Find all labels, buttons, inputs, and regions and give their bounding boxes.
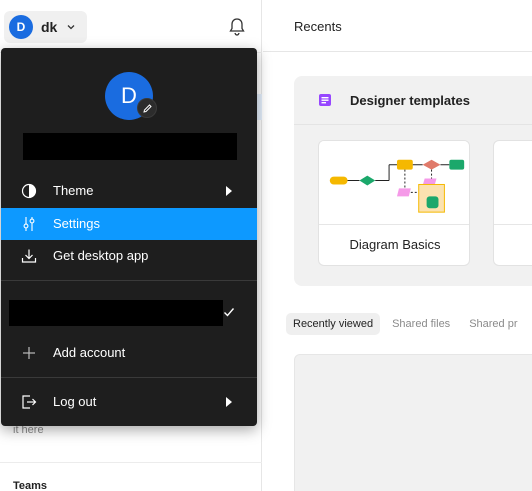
top-bar: Recents (263, 0, 532, 52)
recents-tabs: Recently viewed Shared files Shared pr (286, 312, 530, 336)
template-card-label: Diagram Basics (349, 237, 441, 252)
logout-icon (22, 395, 37, 409)
account-dropdown-menu: D Theme Settings Get desktop app Add acc… (1, 48, 257, 426)
menu-item-add-account[interactable]: Add account (1, 337, 257, 369)
notification-bell-icon[interactable] (228, 17, 246, 37)
download-icon (21, 249, 37, 263)
edit-avatar-button[interactable] (137, 98, 157, 118)
template-thumbnail (494, 224, 532, 225)
template-icon (319, 94, 331, 106)
diagram-thumbnail (319, 141, 469, 225)
tab-shared-projects[interactable]: Shared pr (462, 313, 524, 335)
templates-header: Designer templates (294, 76, 532, 125)
menu-item-label: Add account (53, 345, 126, 360)
tab-shared-files[interactable]: Shared files (385, 313, 457, 335)
tab-recently-viewed[interactable]: Recently viewed (286, 313, 381, 335)
submenu-arrow-icon (226, 186, 232, 196)
menu-item-label: Log out (53, 394, 97, 409)
account-name: dk (41, 19, 58, 35)
settings-sliders-icon (23, 217, 35, 231)
sidebar-divider (0, 462, 262, 463)
menu-item-label: Settings (53, 216, 100, 231)
redacted-account-email (23, 133, 237, 160)
template-card-diagram-basics[interactable]: Diagram Basics (318, 140, 470, 266)
plus-icon (23, 347, 35, 359)
theme-icon (21, 183, 37, 199)
template-card[interactable] (493, 140, 532, 266)
page-title: Recents (294, 19, 342, 34)
menu-item-theme[interactable]: Theme (1, 175, 257, 207)
templates-title: Designer templates (350, 93, 470, 108)
main-content: Recents Designer templates Diagram Basic… (263, 0, 532, 491)
recent-file-card[interactable] (294, 354, 532, 491)
submenu-arrow-icon (226, 397, 232, 407)
designer-templates-panel: Designer templates Diagram Basics (294, 76, 532, 286)
avatar: D (9, 15, 33, 39)
menu-item-label: Theme (53, 183, 94, 198)
menu-item-label: Get desktop app (53, 248, 149, 263)
redacted-current-account[interactable] (9, 300, 223, 326)
account-switcher-button[interactable]: D dk (4, 11, 87, 43)
menu-item-log-out[interactable]: Log out (1, 386, 257, 418)
menu-item-settings[interactable]: Settings (1, 208, 257, 240)
checkmark-icon (224, 308, 235, 317)
chevron-down-icon (67, 25, 75, 30)
teams-section-label: Teams (13, 480, 48, 491)
menu-divider (1, 377, 257, 378)
menu-divider (1, 280, 257, 281)
sidebar-selected-row-edge (257, 94, 262, 120)
menu-item-get-desktop-app[interactable]: Get desktop app (1, 240, 257, 272)
pencil-icon (142, 103, 152, 113)
